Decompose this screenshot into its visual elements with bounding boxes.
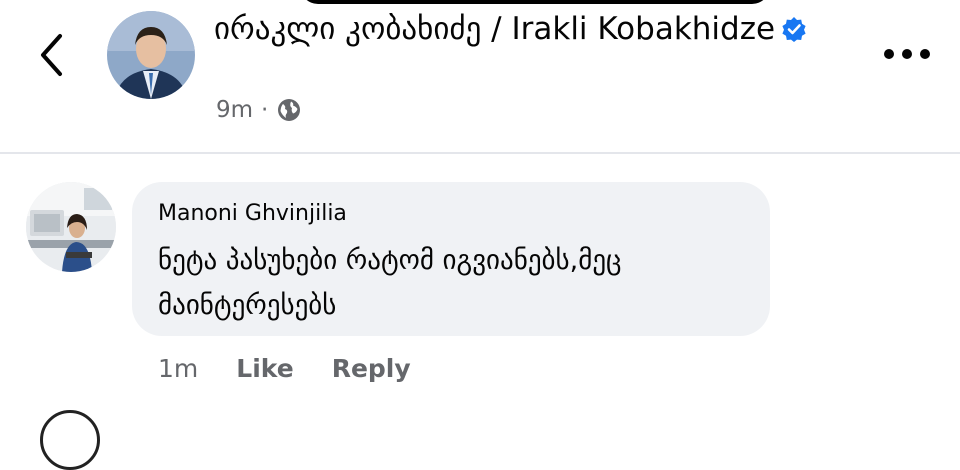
post-meta: 9m · bbox=[216, 97, 302, 123]
post-header: ირაკლი კობახიძე / Irakli Kobakhidze 9m · bbox=[0, 0, 960, 150]
like-button[interactable]: Like bbox=[236, 354, 293, 383]
reply-button[interactable]: Reply bbox=[332, 354, 411, 383]
author-name-text: ირაკლი კობახიძე / Irakli Kobakhidze bbox=[214, 11, 776, 47]
author-avatar[interactable] bbox=[107, 11, 195, 99]
author-avatar-image bbox=[107, 11, 195, 99]
meta-separator: · bbox=[261, 97, 269, 123]
more-dot-icon bbox=[902, 49, 912, 59]
comment-time: 1m bbox=[158, 353, 199, 383]
post-time[interactable]: 9m bbox=[216, 97, 253, 123]
chevron-left-icon bbox=[41, 34, 62, 76]
comment-actions: 1m Like Reply bbox=[158, 350, 449, 386]
comment-bubble[interactable]: Manoni Ghvinjilia ნეტა პასუხები რატომ იგ… bbox=[132, 182, 770, 336]
header-divider bbox=[0, 152, 960, 154]
back-button[interactable] bbox=[30, 30, 76, 80]
more-dot-icon bbox=[884, 49, 894, 59]
more-dot-icon bbox=[920, 49, 930, 59]
verified-badge-icon bbox=[782, 17, 806, 42]
comment-text: ნეტა პასუხები რატომ იგვიანებს,მეც მაინტე… bbox=[158, 245, 622, 321]
next-comment-avatar[interactable] bbox=[40, 410, 100, 470]
author-name[interactable]: ირაკლი კობახიძე / Irakli Kobakhidze bbox=[214, 6, 834, 52]
commenter-avatar[interactable] bbox=[26, 182, 116, 272]
globe-icon bbox=[278, 99, 301, 121]
commenter-name[interactable]: Manoni Ghvinjilia bbox=[158, 201, 347, 226]
more-options-button[interactable] bbox=[884, 45, 930, 63]
commenter-avatar-image bbox=[26, 182, 116, 272]
